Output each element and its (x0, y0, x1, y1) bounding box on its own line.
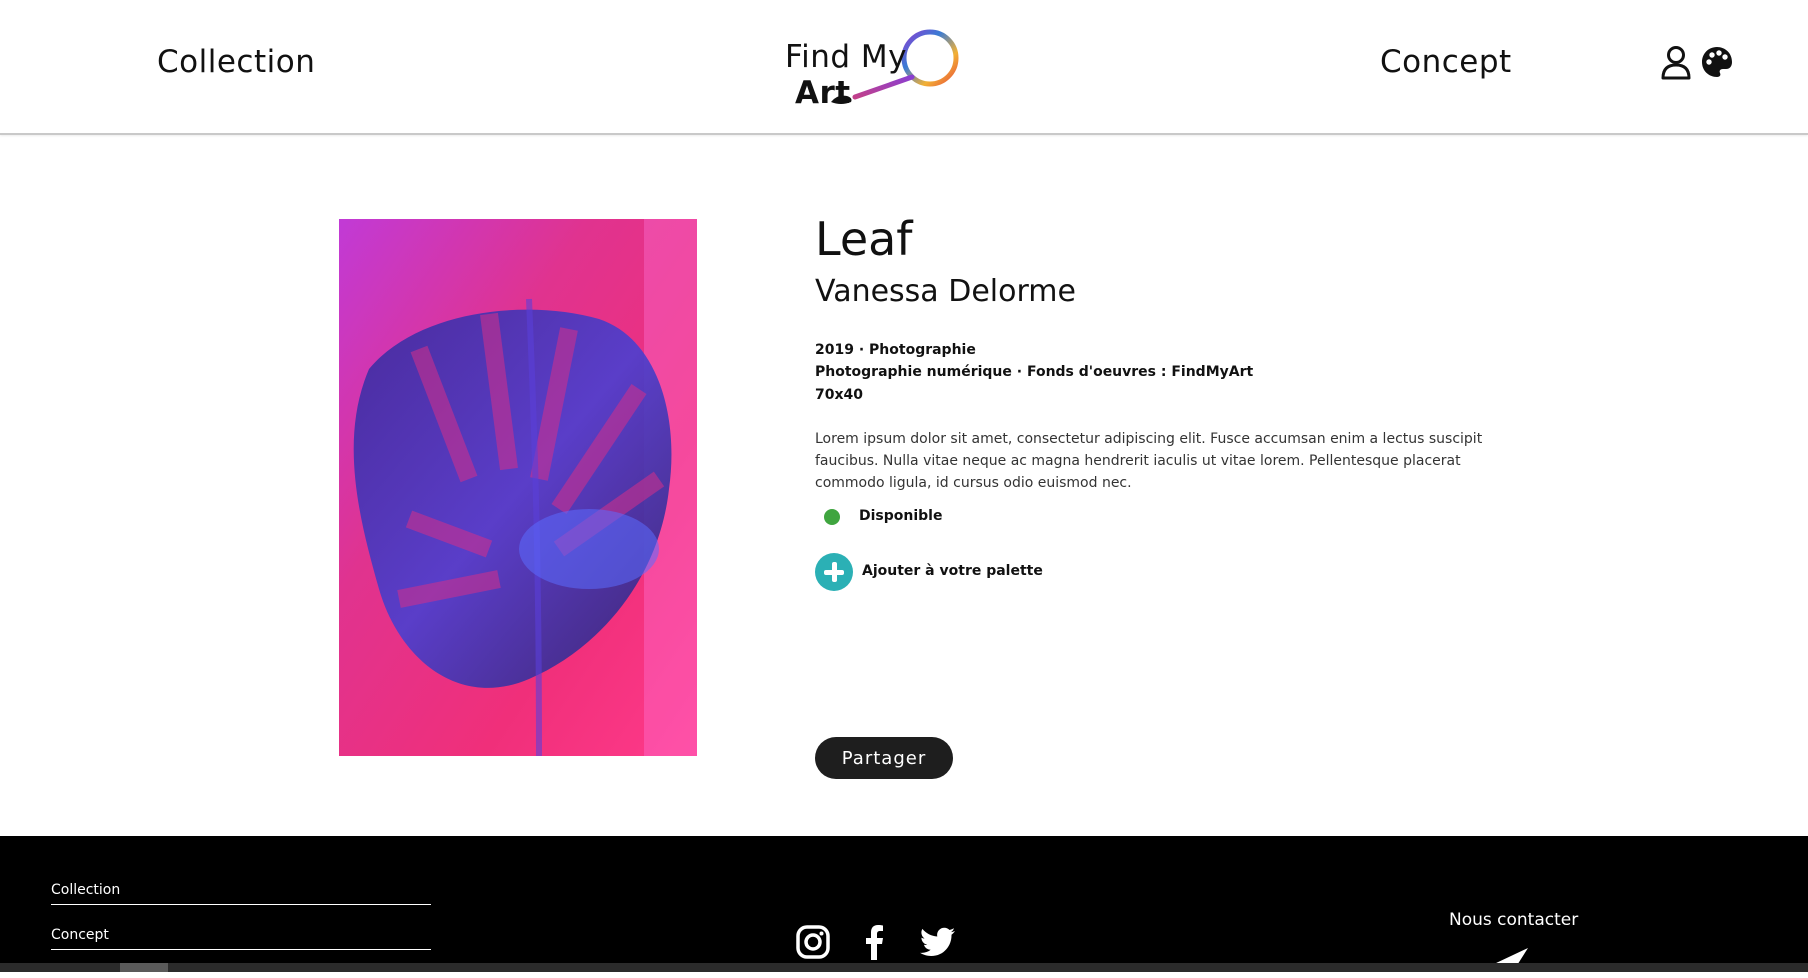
footer-link-collection[interactable]: Collection (51, 882, 431, 905)
site-footer: Collection Concept Nous contacter (0, 836, 1808, 978)
logo-text: Find My Art (785, 39, 965, 111)
instagram-icon[interactable] (795, 924, 831, 960)
artwork-description: Lorem ipsum dolor sit amet, consectetur … (815, 431, 1483, 491)
user-icon[interactable] (1661, 46, 1691, 80)
contact-label[interactable]: Nous contacter (1449, 910, 1578, 930)
nav-collection-link[interactable]: Collection (157, 44, 315, 80)
status-dot (824, 509, 840, 525)
plus-circle-icon[interactable] (815, 553, 853, 591)
site-header: Collection Find My Art Concept (0, 0, 1808, 135)
artwork-medium-collection: Photographie numérique · Fonds d'oeuvres… (815, 364, 1254, 380)
logo-text-find-my: Find My (785, 39, 907, 75)
add-to-palette-label[interactable]: Ajouter à votre palette (862, 563, 1043, 579)
share-button[interactable]: Partager (815, 737, 953, 779)
horizontal-scrollbar[interactable] (0, 963, 1808, 972)
status-label: Disponible (859, 508, 943, 524)
palette-icon[interactable] (1701, 46, 1733, 78)
logo-text-art: Art (795, 75, 851, 111)
find-my-art-logo[interactable]: Find My Art (785, 22, 965, 111)
artwork-image[interactable] (339, 219, 697, 756)
twitter-icon[interactable] (920, 924, 956, 960)
scrollbar-thumb[interactable] (120, 963, 168, 972)
artwork-year-type: 2019 · Photographie (815, 342, 976, 358)
artist-name[interactable]: Vanessa Delorme (815, 274, 1076, 309)
footer-link-concept[interactable]: Concept (51, 927, 431, 950)
artwork-dimensions: 70x40 (815, 387, 863, 403)
artwork-title: Leaf (815, 212, 913, 266)
artwork-leaf-illustration (339, 219, 697, 756)
facebook-icon[interactable] (857, 924, 893, 960)
nav-concept-link[interactable]: Concept (1380, 44, 1512, 80)
